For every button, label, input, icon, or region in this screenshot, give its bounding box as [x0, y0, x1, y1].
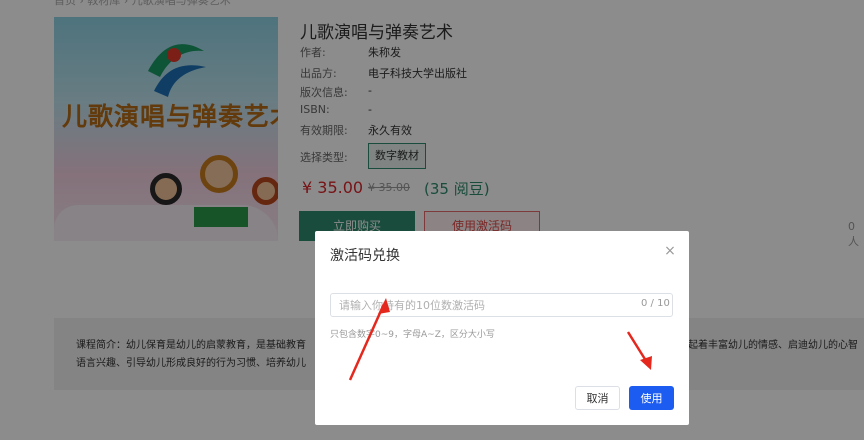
close-icon[interactable]: × [662, 243, 678, 259]
activation-code-dialog: 激活码兑换 × 0 / 10 只包含数字0~9，字母A~Z，区分大小写 取消 使… [315, 231, 689, 425]
char-counter: 0 / 10 [641, 298, 670, 309]
activation-code-input[interactable] [330, 293, 673, 317]
dialog-title: 激活码兑换 [330, 248, 400, 264]
input-hint: 只包含数字0~9，字母A~Z，区分大小写 [330, 330, 495, 340]
cancel-button[interactable]: 取消 [575, 386, 620, 410]
use-button[interactable]: 使用 [629, 386, 674, 410]
